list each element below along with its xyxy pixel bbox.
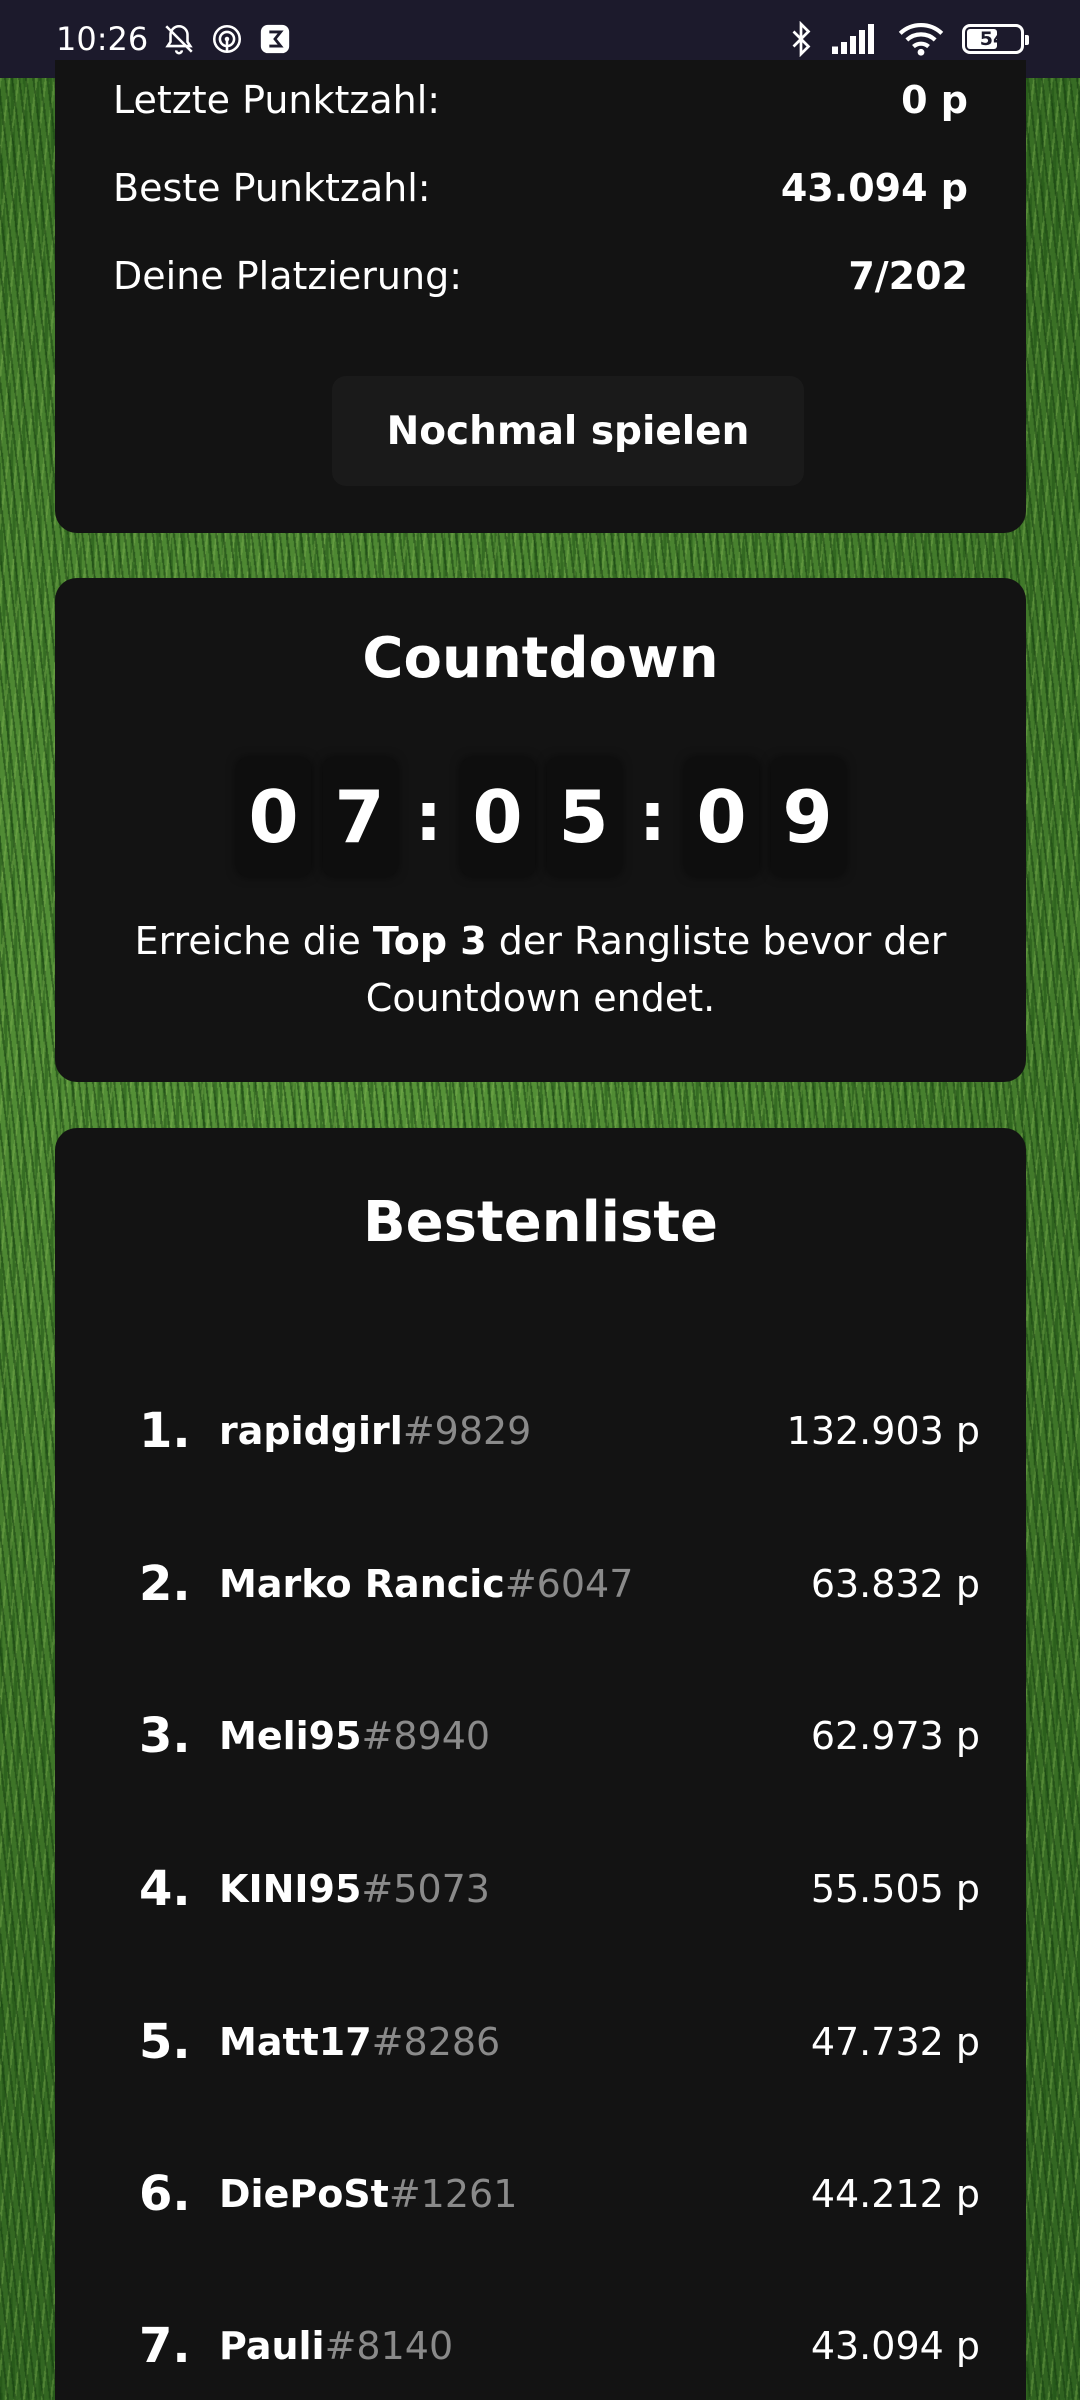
player-name: Marko Rancic <box>219 1562 505 1606</box>
rank-value: 7/202 <box>848 254 968 298</box>
leaderboard-row: 6. DiePoSt #1261 44.212 p <box>139 2154 980 2234</box>
signal-icon <box>832 24 880 54</box>
best-score-value: 43.094 p <box>780 166 968 210</box>
player-points: 62.973 p <box>810 1714 980 1758</box>
player-tag: #6047 <box>504 1562 634 1606</box>
player-name: DiePoSt <box>219 2172 389 2216</box>
countdown-separator: : <box>414 777 443 857</box>
rank-number: 7. <box>139 2318 191 2374</box>
countdown-digit: 7 <box>322 758 397 876</box>
leaderboard-row: 2. Marko Rancic #6047 63.832 p <box>139 1544 980 1624</box>
battery-level: 54 <box>979 28 1007 50</box>
rank-row: Deine Platzierung: 7/202 <box>113 254 968 298</box>
bluetooth-icon <box>788 21 814 57</box>
last-score-label: Letzte Punktzahl: <box>113 78 441 122</box>
rank-number: 6. <box>139 2166 191 2222</box>
wifi-icon <box>898 22 944 56</box>
countdown-digit: 9 <box>770 758 845 876</box>
leaderboard-card: Bestenliste 1. rapidgirl #9829 132.903 p… <box>55 1128 1026 2400</box>
player-name: Matt17 <box>219 2020 372 2064</box>
player-points: 55.505 p <box>810 1867 980 1911</box>
leaderboard-row: 7. Pauli #8140 43.094 p <box>139 2306 980 2386</box>
score-card: Letzte Punktzahl: 0 p Beste Punktzahl: 4… <box>55 60 1026 533</box>
countdown-title: Countdown <box>362 626 719 691</box>
hotspot-icon <box>210 22 244 56</box>
player-name: KINI95 <box>219 1867 362 1911</box>
battery-icon: 54 <box>962 24 1029 54</box>
play-again-button[interactable]: Nochmal spielen <box>332 376 804 486</box>
player-tag: #5073 <box>361 1867 490 1911</box>
app-notification-icon <box>258 22 292 56</box>
last-score-row: Letzte Punktzahl: 0 p <box>113 78 968 122</box>
rank-label: Deine Platzierung: <box>113 254 462 298</box>
leaderboard-row: 4. KINI95 #5073 55.505 p <box>139 1849 980 1929</box>
last-score-value: 0 p <box>901 78 968 122</box>
countdown-digit: 0 <box>684 758 759 876</box>
rank-number: 4. <box>139 1861 191 1917</box>
player-name: Pauli <box>219 2324 325 2368</box>
countdown-digit: 5 <box>546 758 621 876</box>
leaderboard-row: 5. Matt17 #8286 47.732 p <box>139 2002 980 2082</box>
player-points: 63.832 p <box>810 1562 980 1606</box>
player-tag: #8140 <box>324 2324 454 2368</box>
rank-number: 3. <box>139 1708 191 1764</box>
countdown-timer: 0 7 : 0 5 : 0 9 <box>55 758 1026 876</box>
best-score-row: Beste Punktzahl: 43.094 p <box>113 166 968 210</box>
player-points: 132.903 p <box>786 1409 980 1453</box>
player-tag: #1261 <box>388 2172 518 2216</box>
countdown-text-pre: Erreiche die <box>134 919 373 963</box>
status-time: 10:26 <box>56 20 149 58</box>
player-name: rapidgirl <box>219 1409 403 1453</box>
player-name: Meli95 <box>219 1714 362 1758</box>
countdown-separator: : <box>638 777 667 857</box>
countdown-description: Erreiche die Top 3 der Rangliste bevor d… <box>115 913 966 1027</box>
countdown-card: Countdown 0 7 : 0 5 : 0 9 Erreiche die T… <box>55 578 1026 1082</box>
leaderboard-title: Bestenliste <box>362 1190 719 1255</box>
player-points: 43.094 p <box>810 2324 980 2368</box>
leaderboard-row: 1. rapidgirl #9829 132.903 p <box>139 1391 980 1471</box>
rank-number: 5. <box>139 2014 191 2070</box>
countdown-text-bold: Top 3 <box>372 919 487 963</box>
leaderboard-row: 3. Meli95 #8940 62.973 p <box>139 1696 980 1776</box>
bell-off-icon <box>162 22 196 56</box>
player-tag: #8286 <box>371 2020 501 2064</box>
player-tag: #8940 <box>361 1714 491 1758</box>
rank-number: 2. <box>139 1556 191 1612</box>
rank-number: 1. <box>139 1403 191 1459</box>
player-points: 44.212 p <box>810 2172 980 2216</box>
player-points: 47.732 p <box>810 2020 980 2064</box>
player-tag: #9829 <box>402 1409 532 1453</box>
countdown-digit: 0 <box>236 758 311 876</box>
best-score-label: Beste Punktzahl: <box>113 166 431 210</box>
countdown-digit: 0 <box>460 758 535 876</box>
